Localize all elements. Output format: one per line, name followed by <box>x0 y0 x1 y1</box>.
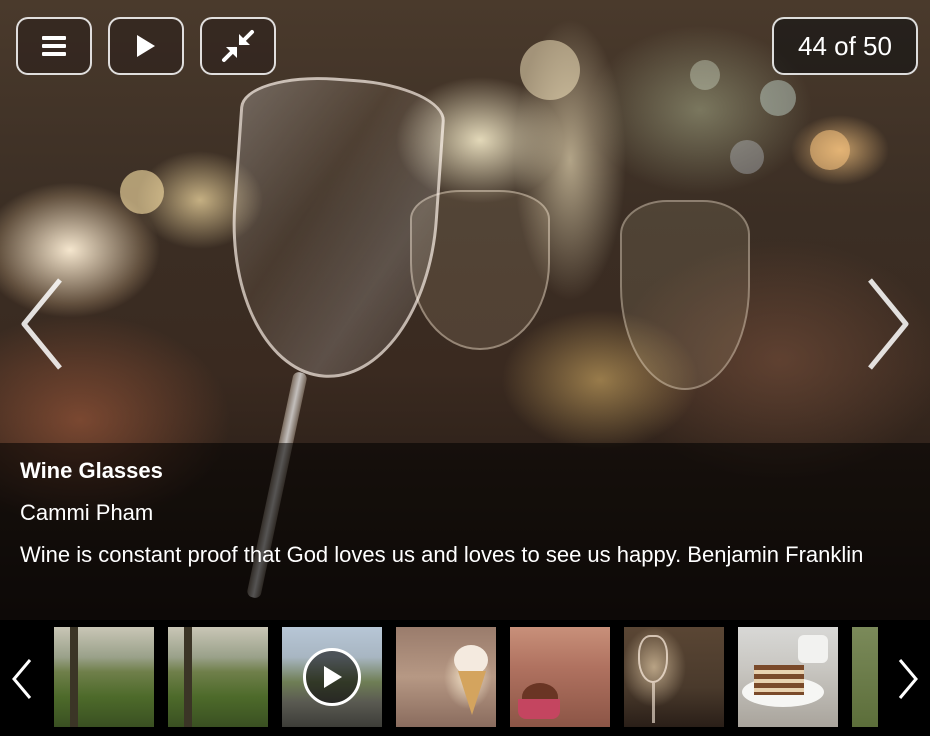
thumbnail-cake[interactable] <box>738 627 838 727</box>
thumbnail-video[interactable] <box>282 627 382 727</box>
bokeh-light <box>120 170 164 214</box>
bokeh-light <box>730 140 764 174</box>
wine-glass <box>638 635 668 683</box>
collapse-icon <box>222 30 254 62</box>
menu-icon <box>42 36 66 56</box>
video-play-overlay <box>303 648 361 706</box>
wine-glass-background <box>620 200 750 390</box>
wine-glass <box>221 71 448 385</box>
bokeh-light <box>810 130 850 170</box>
previous-arrow-icon[interactable] <box>18 276 66 372</box>
exit-fullscreen-button[interactable] <box>200 17 276 75</box>
photo-caption: Wine Glasses Cammi Pham Wine is constant… <box>0 443 930 620</box>
tree-trunk <box>70 627 78 727</box>
bokeh-light <box>520 40 580 100</box>
photo-author: Cammi Pham <box>20 500 154 525</box>
thumbnail-plant[interactable] <box>852 627 878 727</box>
coffee-cup <box>798 635 828 663</box>
thumbnail-garden[interactable] <box>54 627 154 727</box>
photo-title: Wine Glasses <box>20 458 163 483</box>
cupcake-wrapper <box>518 699 560 719</box>
slideshow-play-button[interactable] <box>108 17 184 75</box>
tree-trunk <box>184 627 192 727</box>
wine-glass-stem <box>652 683 655 723</box>
cake-slice <box>754 665 804 695</box>
photo-description: Wine is constant proof that God loves us… <box>20 542 864 567</box>
bokeh-light <box>760 80 796 116</box>
thumbnail-garden[interactable] <box>168 627 268 727</box>
filmstrip-next-icon[interactable] <box>896 658 920 700</box>
thumbnail-wine-glasses[interactable] <box>624 627 724 727</box>
thumbnail-ice-cream[interactable] <box>396 627 496 727</box>
thumbnail-cupcake[interactable] <box>510 627 610 727</box>
play-icon <box>137 35 155 57</box>
next-arrow-icon[interactable] <box>864 276 912 372</box>
play-icon <box>324 666 342 688</box>
photo-counter: 44 of 50 <box>772 17 918 75</box>
menu-button[interactable] <box>16 17 92 75</box>
ice-cream-cone <box>458 671 486 715</box>
filmstrip-previous-icon[interactable] <box>10 658 34 700</box>
filmstrip <box>0 620 930 736</box>
bokeh-light <box>690 60 720 90</box>
